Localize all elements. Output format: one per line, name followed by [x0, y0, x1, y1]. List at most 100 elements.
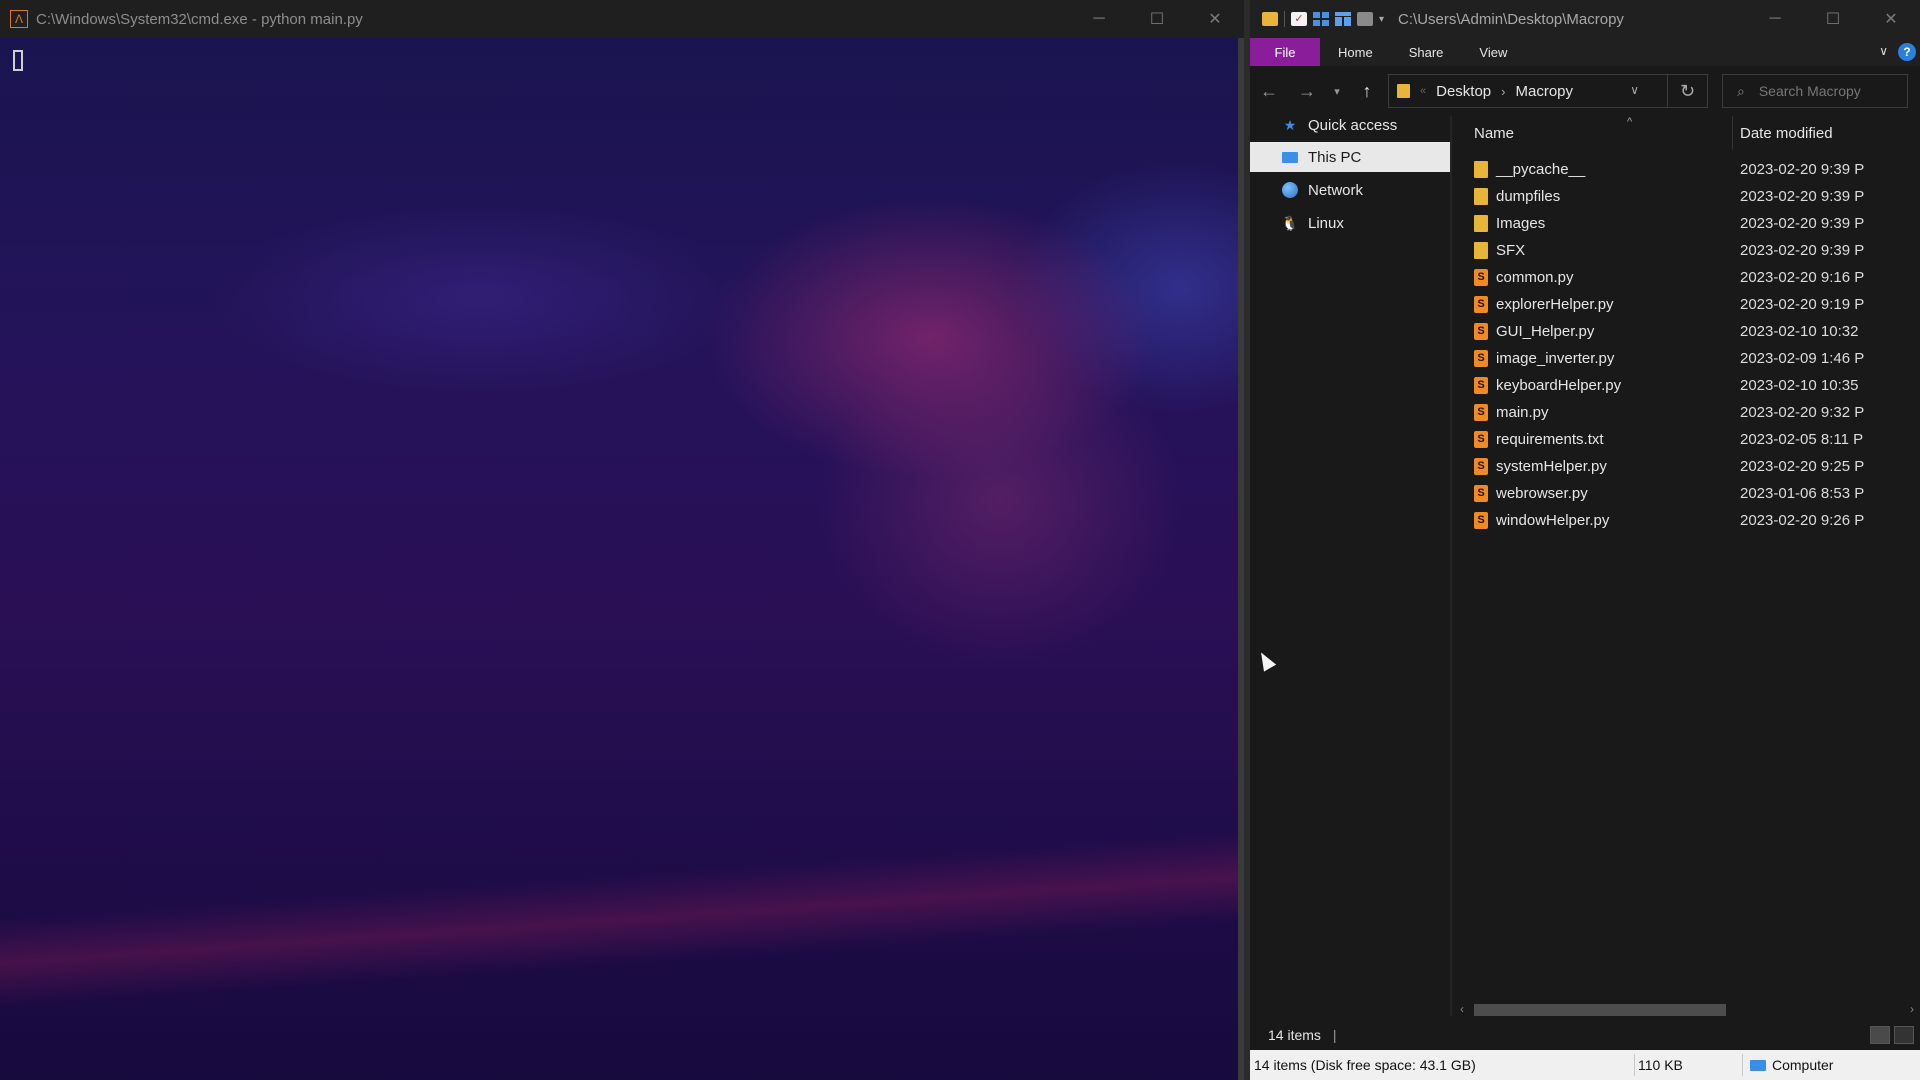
file-row[interactable]: Srequirements.txt 2023-02-05 8:11 P: [1452, 426, 1920, 453]
address-dropdown-chevron-icon[interactable]: ∨: [1630, 83, 1639, 97]
file-row[interactable]: SsystemHelper.py 2023-02-20 9:25 P: [1452, 453, 1920, 480]
file-date-modified: 2023-02-20 9:39 P: [1740, 161, 1865, 178]
scroll-left-arrow-icon[interactable]: ‹: [1460, 1002, 1464, 1016]
explorer-maximize-button[interactable]: ☐: [1804, 0, 1862, 38]
search-icon: ⌕: [1737, 82, 1745, 99]
help-icon[interactable]: ?: [1898, 43, 1916, 61]
folder-icon: [1474, 161, 1488, 178]
nav-item-linux[interactable]: 🐧 Linux: [1250, 208, 1450, 238]
column-divider[interactable]: [1732, 116, 1733, 150]
column-header-date-modified[interactable]: Date modified: [1740, 125, 1833, 142]
explorer-titlebar[interactable]: ✓ ▾ C:\Users\Admin\Desktop\Macropy ─ ☐ ✕: [1250, 0, 1920, 38]
recent-locations-chevron-icon[interactable]: ▾: [1326, 85, 1348, 98]
folder-icon: [1474, 215, 1488, 232]
computer-icon: [1280, 148, 1300, 166]
rename-icon[interactable]: [1357, 12, 1373, 26]
sublime-file-icon: S: [1474, 431, 1488, 448]
file-name: systemHelper.py: [1496, 458, 1607, 475]
cmd-minimize-button[interactable]: ─: [1070, 0, 1128, 38]
sublime-file-icon: S: [1474, 323, 1488, 340]
folder-row[interactable]: dumpfiles 2023-02-20 9:39 P: [1452, 183, 1920, 210]
back-arrow-icon[interactable]: ←: [1250, 81, 1288, 102]
explorer-window-title: C:\Users\Admin\Desktop\Macropy: [1398, 10, 1624, 28]
disk-free-info: 14 items (Disk free space: 43.1 GB): [1254, 1057, 1476, 1073]
sublime-file-icon: S: [1474, 458, 1488, 475]
details-view-icon[interactable]: [1870, 1026, 1890, 1044]
tab-home[interactable]: Home: [1320, 38, 1391, 66]
sublime-file-icon: S: [1474, 377, 1488, 394]
status-divider: [1742, 1054, 1743, 1076]
customize-toolbar-chevron-icon[interactable]: ▾: [1379, 14, 1384, 25]
nav-item-network[interactable]: Network: [1250, 175, 1450, 205]
tab-file[interactable]: File: [1250, 38, 1320, 66]
cmd-window-controls: ─ ☐ ✕: [1070, 0, 1244, 38]
file-name: main.py: [1496, 404, 1549, 421]
large-icons-view-icon[interactable]: [1894, 1026, 1914, 1044]
file-row[interactable]: Scommon.py 2023-02-20 9:16 P: [1452, 264, 1920, 291]
file-name: dumpfiles: [1496, 188, 1561, 205]
sublime-file-icon: S: [1474, 296, 1488, 313]
scroll-right-arrow-icon[interactable]: ›: [1910, 1002, 1914, 1016]
item-count: 14 items: [1268, 1027, 1321, 1043]
file-list: Name ^ Date modified __pycache__ 2023-02-…: [1452, 116, 1920, 1016]
file-row[interactable]: Simage_inverter.py 2023-02-09 1:46 P: [1452, 345, 1920, 372]
cmd-app-icon[interactable]: Λ: [10, 10, 28, 28]
tux-icon: 🐧: [1281, 214, 1299, 231]
computer-icon: [1750, 1059, 1766, 1071]
navigation-bar: ← → ▾ ↑ « Desktop › Macropy ∨ ↻ ⌕: [1250, 66, 1920, 116]
explorer-window: ✓ ▾ C:\Users\Admin\Desktop\Macropy ─ ☐ ✕…: [1250, 0, 1920, 1080]
cmd-close-button[interactable]: ✕: [1186, 0, 1244, 38]
up-arrow-icon[interactable]: ↑: [1348, 81, 1386, 102]
toolbar-separator: [1284, 11, 1285, 27]
file-name: keyboardHelper.py: [1496, 377, 1622, 394]
explorer-window-controls: ─ ☐ ✕: [1746, 0, 1920, 38]
file-date-modified: 2023-02-20 9:39 P: [1740, 242, 1865, 259]
status-divider: [1634, 1054, 1635, 1076]
file-row[interactable]: SkeyboardHelper.py 2023-02-10 10:35: [1452, 372, 1920, 399]
file-row[interactable]: SexplorerHelper.py 2023-02-20 9:19 P: [1452, 291, 1920, 318]
column-header-name[interactable]: Name: [1474, 125, 1514, 142]
search-box[interactable]: ⌕: [1722, 74, 1908, 108]
nav-item-label: Network: [1308, 181, 1364, 199]
layout-tiles-icon[interactable]: [1335, 12, 1351, 26]
file-date-modified: 2023-02-10 10:32: [1740, 323, 1859, 340]
cmd-maximize-button[interactable]: ☐: [1128, 0, 1186, 38]
explorer-minimize-button[interactable]: ─: [1746, 0, 1804, 38]
explorer-close-button[interactable]: ✕: [1862, 0, 1920, 38]
nav-item-this-pc[interactable]: This PC: [1250, 142, 1450, 172]
tab-view[interactable]: View: [1461, 38, 1525, 66]
breadcrumb-macropy[interactable]: Macropy: [1516, 83, 1574, 100]
folder-icon: [1397, 84, 1410, 98]
horizontal-scrollbar[interactable]: ‹ ›: [1452, 1000, 1920, 1020]
expand-ribbon-chevron-icon[interactable]: ∨: [1879, 44, 1888, 58]
folder-row[interactable]: Images 2023-02-20 9:39 P: [1452, 210, 1920, 237]
nav-item-label: Quick access: [1308, 116, 1398, 134]
forward-arrow-icon[interactable]: →: [1288, 81, 1326, 102]
breadcrumb-desktop[interactable]: Desktop: [1436, 83, 1491, 100]
folder-row[interactable]: __pycache__ 2023-02-20 9:39 P: [1452, 156, 1920, 183]
layout-grid-icon[interactable]: [1313, 12, 1329, 26]
tab-share[interactable]: Share: [1391, 38, 1462, 66]
cmd-console-area[interactable]: [0, 38, 1238, 1080]
file-name: image_inverter.py: [1496, 350, 1615, 367]
address-overflow[interactable]: «: [1420, 85, 1426, 97]
address-bar[interactable]: « Desktop › Macropy ∨ ↻: [1388, 74, 1708, 108]
cmd-titlebar[interactable]: Λ C:\Windows\System32\cmd.exe - python m…: [0, 0, 1244, 38]
folder-row[interactable]: SFX 2023-02-20 9:39 P: [1452, 237, 1920, 264]
file-name: windowHelper.py: [1496, 512, 1610, 529]
breadcrumb-separator-chevron-icon[interactable]: ›: [1501, 84, 1505, 99]
refresh-icon[interactable]: ↻: [1667, 75, 1707, 107]
file-row[interactable]: SwindowHelper.py 2023-02-20 9:26 P: [1452, 507, 1920, 534]
file-name: Images: [1496, 215, 1546, 232]
search-input[interactable]: [1756, 82, 1877, 100]
nav-item-quick-access[interactable]: ★ Quick access: [1250, 110, 1450, 140]
file-name: requirements.txt: [1496, 431, 1604, 448]
scrollbar-thumb[interactable]: [1474, 1004, 1726, 1016]
file-row[interactable]: Swebrowser.py 2023-01-06 8:53 P: [1452, 480, 1920, 507]
file-date-modified: 2023-02-10 10:35: [1740, 377, 1859, 394]
ribbon-tabs: File Home Share View ∨ ?: [1250, 38, 1920, 66]
status-bar: 14 items |: [1250, 1020, 1920, 1050]
properties-check-icon[interactable]: ✓: [1291, 12, 1307, 26]
file-row[interactable]: Smain.py 2023-02-20 9:32 P: [1452, 399, 1920, 426]
file-row[interactable]: S GUI_Helper.py 2023-02-10 10:32: [1452, 318, 1920, 345]
